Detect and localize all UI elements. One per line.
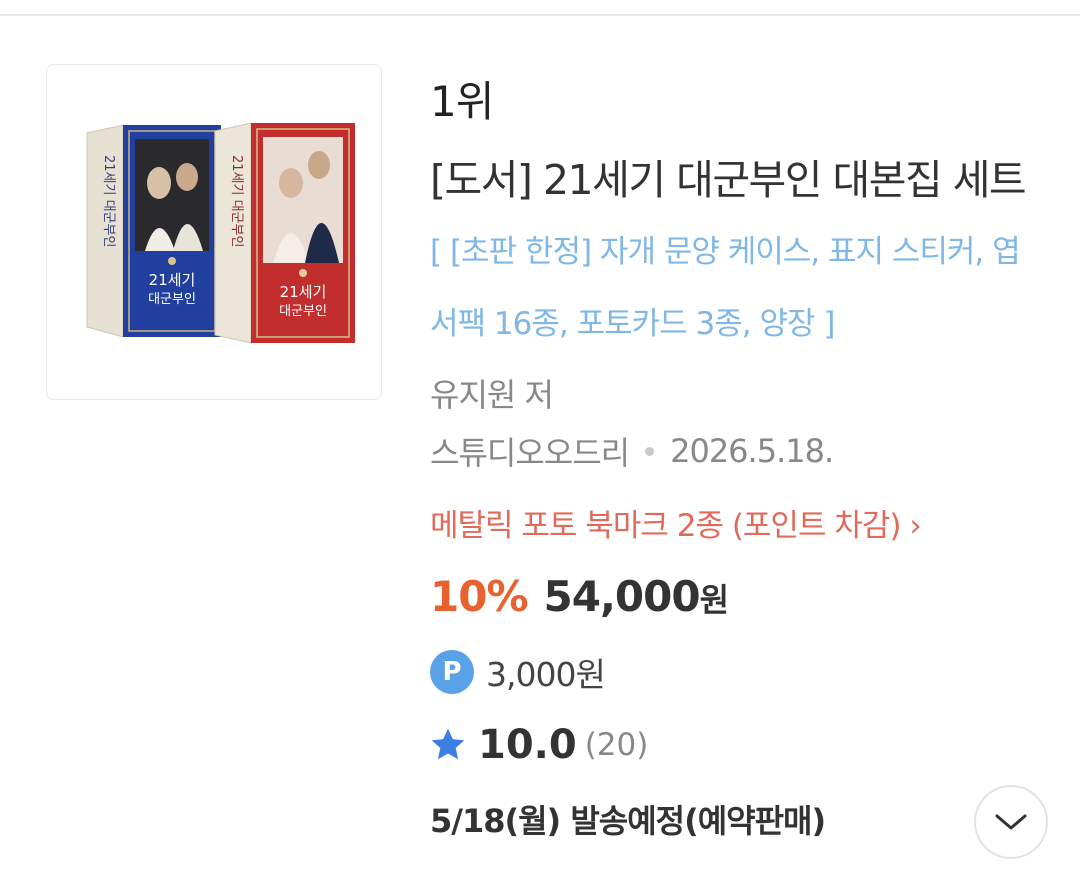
point-row: P 3,000원 bbox=[430, 648, 606, 696]
red-cover-title-line2: 대군부인 bbox=[279, 304, 327, 319]
star-icon bbox=[431, 728, 465, 760]
point-icon: P bbox=[430, 650, 474, 694]
author[interactable]: 유지원 저 bbox=[430, 370, 554, 416]
product-thumbnail[interactable]: 21세기 대군부인 21세기 대군부인 21세기 대군부인 21세기 대군부인 bbox=[46, 64, 382, 400]
blue-spine-text: 21세기 대군부인 bbox=[101, 155, 116, 247]
red-spine-text: 21세기 대군부인 bbox=[229, 155, 244, 247]
red-cover-title-line1: 21세기 bbox=[280, 283, 327, 301]
chevron-down-icon bbox=[995, 814, 1027, 830]
price-unit: 원 bbox=[699, 581, 729, 619]
expand-button[interactable] bbox=[974, 785, 1048, 859]
separator-dot bbox=[645, 446, 655, 456]
rating-count: (20) bbox=[584, 727, 649, 763]
promo-link[interactable]: 메탈릭 포토 북마크 2종 (포인트 차감) › bbox=[430, 500, 922, 545]
product-subtitle[interactable]: [ [초판 한정] 자개 문양 케이스, 표지 스티커, 엽서팩 16종, 포토… bbox=[430, 234, 1021, 342]
book-cover-image: 21세기 대군부인 21세기 대군부인 21세기 대군부인 21세기 대군부인 bbox=[86, 122, 355, 344]
rank-label: 1위 bbox=[430, 77, 494, 126]
publisher[interactable]: 스튜디오오드리 bbox=[430, 428, 630, 474]
price-row: 10% 54,000 원 bbox=[430, 572, 729, 621]
product-title-block[interactable]: [도서] 21세기 대군부인 대본집 세트 [ [초판 한정] 자개 문양 케이… bbox=[430, 146, 1040, 358]
pub-date: 2026.5.18. bbox=[670, 432, 834, 470]
shipping-info: 5/18(월) 발송예정(예약판매) bbox=[430, 802, 826, 840]
product-title[interactable]: [도서] 21세기 대군부인 대본집 세트 bbox=[430, 156, 1027, 204]
top-divider bbox=[0, 14, 1080, 16]
rating-score: 10.0 bbox=[478, 722, 577, 768]
point-amount: 3,000원 bbox=[486, 655, 606, 694]
sale-price: 54,000 bbox=[543, 572, 701, 621]
discount-rate: 10% bbox=[430, 572, 529, 621]
rating-row[interactable]: 10.0 (20) bbox=[428, 722, 648, 768]
publisher-row: 스튜디오오드리 2026.5.18. bbox=[430, 428, 834, 474]
blue-cover-title-line2: 대군부인 bbox=[148, 292, 196, 307]
blue-cover-title-line1: 21세기 bbox=[149, 271, 196, 289]
